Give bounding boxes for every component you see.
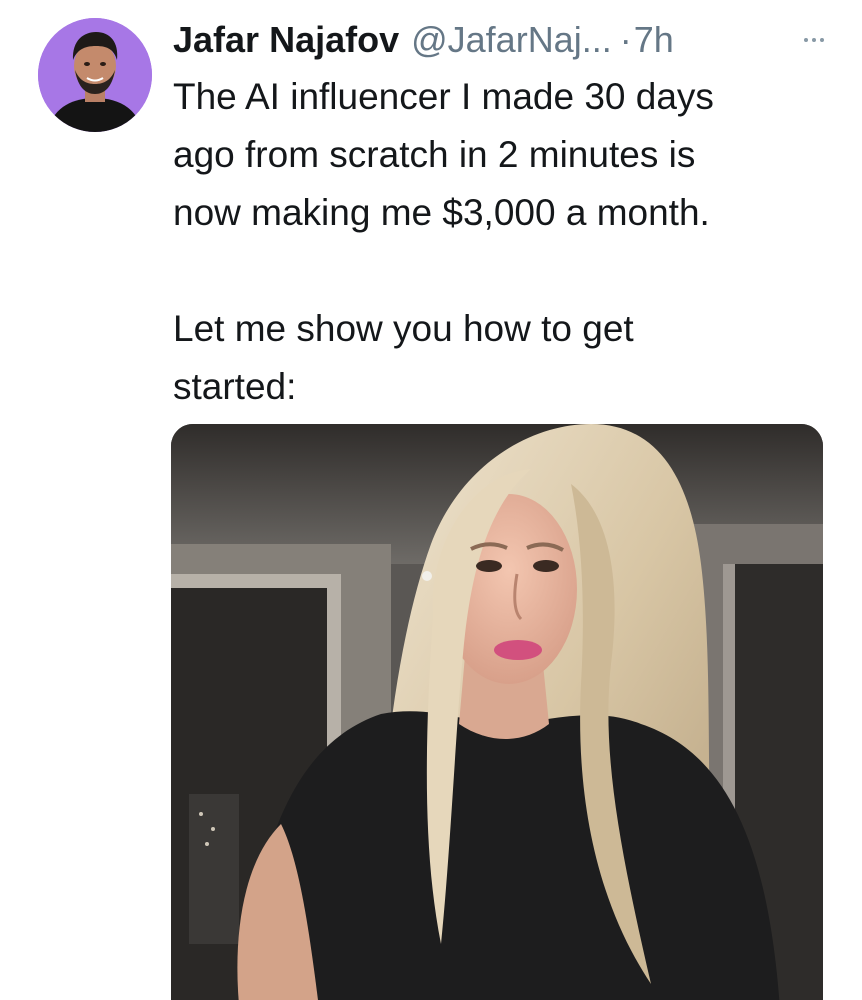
ellipsis-icon[interactable]	[804, 14, 824, 66]
author-avatar[interactable]	[38, 18, 152, 132]
meta-separator: ·	[619, 19, 632, 60]
tweet-timestamp[interactable]: 7h	[634, 14, 674, 66]
author-handle[interactable]: @JafarNaj...	[411, 14, 612, 66]
avatar-photo-icon	[38, 18, 152, 132]
tweet-paragraph-1: The AI influencer I made 30 days ago fro…	[173, 76, 714, 233]
author-display-name[interactable]: Jafar Najafov	[173, 14, 399, 66]
tweet-media-photo[interactable]	[171, 424, 823, 1000]
tweet-text: The AI influencer I made 30 days ago fro…	[173, 68, 833, 416]
tweet-paragraph-2: Let me show you how to get started:	[173, 308, 634, 407]
tweet-card[interactable]: Jafar Najafov @JafarNaj... · 7h The AI i…	[0, 0, 862, 1000]
tweet-header: Jafar Najafov @JafarNaj... · 7h	[173, 14, 842, 66]
media-photo-image	[171, 424, 823, 1000]
